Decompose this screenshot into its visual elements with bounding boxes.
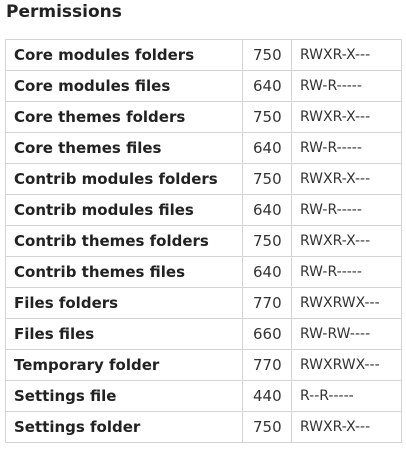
permission-symbolic: RW-R----- — [291, 132, 402, 164]
table-row: Contrib modules folders 750 RWXR-X--- — [5, 163, 402, 195]
permission-octal: 770 — [242, 287, 292, 319]
permission-name: Contrib themes folders — [5, 225, 243, 257]
permission-symbolic: R--R----- — [291, 380, 402, 412]
permission-name: Core modules folders — [5, 39, 243, 71]
table-row: Contrib themes folders 750 RWXR-X--- — [5, 225, 402, 257]
table-row: Files folders 770 RWXRWX--- — [5, 287, 402, 319]
permission-octal: 750 — [242, 163, 292, 195]
permission-symbolic: RWXRWX--- — [291, 287, 402, 319]
permissions-table: Core modules folders 750 RWXR-X--- Core … — [5, 39, 402, 443]
permission-octal: 750 — [242, 411, 292, 443]
table-row: Core modules folders 750 RWXR-X--- — [5, 39, 402, 71]
table-row: Settings file 440 R--R----- — [5, 380, 402, 412]
permission-octal: 640 — [242, 70, 292, 102]
permission-symbolic: RWXR-X--- — [291, 101, 402, 133]
permission-name: Files files — [5, 318, 243, 350]
permission-symbolic: RW-R----- — [291, 70, 402, 102]
table-row: Settings folder 750 RWXR-X--- — [5, 411, 402, 443]
permission-name: Core themes folders — [5, 101, 243, 133]
table-row: Contrib themes files 640 RW-R----- — [5, 256, 402, 288]
permission-octal: 640 — [242, 194, 292, 226]
permission-octal: 750 — [242, 39, 292, 71]
permission-symbolic: RW-R----- — [291, 194, 402, 226]
permission-symbolic: RW-R----- — [291, 256, 402, 288]
permission-name: Core themes files — [5, 132, 243, 164]
permission-octal: 750 — [242, 101, 292, 133]
permission-name: Settings file — [5, 380, 243, 412]
permission-name: Contrib modules folders — [5, 163, 243, 195]
table-row: Core modules files 640 RW-R----- — [5, 70, 402, 102]
permission-symbolic: RWXR-X--- — [291, 225, 402, 257]
permission-symbolic: RWXR-X--- — [291, 163, 402, 195]
permission-octal: 440 — [242, 380, 292, 412]
table-row: Core themes folders 750 RWXR-X--- — [5, 101, 402, 133]
permission-octal: 770 — [242, 349, 292, 381]
permission-name: Contrib modules files — [5, 194, 243, 226]
permission-octal: 750 — [242, 225, 292, 257]
permissions-table-body: Core modules folders 750 RWXR-X--- Core … — [5, 39, 402, 443]
permission-octal: 640 — [242, 256, 292, 288]
table-row: Files files 660 RW-RW---- — [5, 318, 402, 350]
permission-symbolic: RW-RW---- — [291, 318, 402, 350]
permission-octal: 660 — [242, 318, 292, 350]
permission-symbolic: RWXR-X--- — [291, 411, 402, 443]
section-title: Permissions — [6, 2, 122, 22]
permission-name: Temporary folder — [5, 349, 243, 381]
table-row: Core themes files 640 RW-R----- — [5, 132, 402, 164]
permission-name: Core modules files — [5, 70, 243, 102]
table-row: Temporary folder 770 RWXRWX--- — [5, 349, 402, 381]
permission-symbolic: RWXRWX--- — [291, 349, 402, 381]
permission-name: Settings folder — [5, 411, 243, 443]
permission-octal: 640 — [242, 132, 292, 164]
permission-name: Contrib themes files — [5, 256, 243, 288]
permission-name: Files folders — [5, 287, 243, 319]
permission-symbolic: RWXR-X--- — [291, 39, 402, 71]
table-row: Contrib modules files 640 RW-R----- — [5, 194, 402, 226]
